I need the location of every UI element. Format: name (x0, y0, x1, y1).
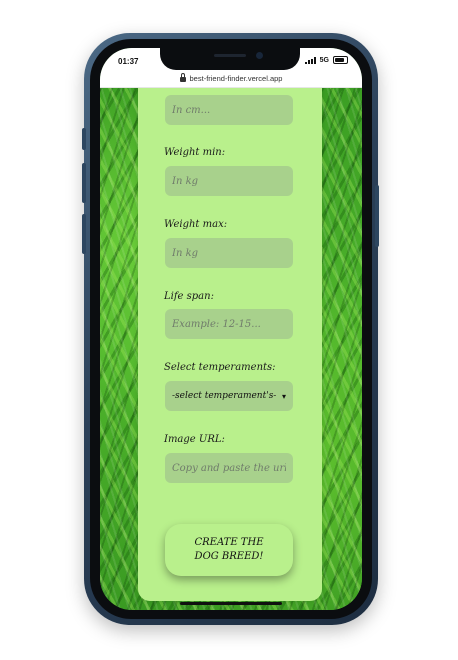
power-button (375, 185, 379, 247)
phone-screen: 01:37 5G best-friend-finder.vercel.app W… (100, 48, 362, 610)
life-span-input[interactable] (165, 309, 293, 339)
chevron-down-icon: ▾ (281, 391, 286, 401)
camera-notch (160, 48, 300, 70)
battery-icon (333, 56, 348, 64)
signal-icon (304, 56, 316, 64)
browser-address-bar[interactable]: best-friend-finder.vercel.app (100, 70, 362, 88)
temperaments-select[interactable]: -select temperament's- ▾ (165, 381, 293, 411)
weight-max-label: Weight max: (164, 219, 228, 230)
life-span-label: Life span: (164, 291, 214, 302)
lock-icon (179, 73, 186, 82)
image-url-label: Image URL: (164, 434, 225, 445)
create-breed-button[interactable]: CREATE THE DOG BREED! (165, 524, 293, 576)
temperaments-selected-value: -select temperament's- (172, 391, 277, 401)
height-input[interactable] (165, 95, 293, 125)
network-type: 5G (319, 56, 329, 64)
create-breed-form: Weight min: Weight max: Life span: Selec… (138, 87, 322, 601)
weight-min-input[interactable] (165, 166, 293, 196)
browser-url[interactable]: best-friend-finder.vercel.app (190, 74, 283, 83)
home-indicator (180, 602, 282, 605)
volume-down-button (82, 214, 86, 254)
status-time: 01:37 (118, 57, 139, 66)
image-url-input[interactable] (165, 453, 293, 483)
front-camera (256, 52, 263, 59)
speaker-grille (214, 54, 246, 57)
temperaments-label: Select temperaments: (164, 362, 276, 373)
mute-switch (82, 128, 86, 150)
weight-min-label: Weight min: (164, 147, 226, 158)
weight-max-input[interactable] (165, 238, 293, 268)
status-indicators: 5G (304, 56, 348, 64)
volume-up-button (82, 163, 86, 203)
